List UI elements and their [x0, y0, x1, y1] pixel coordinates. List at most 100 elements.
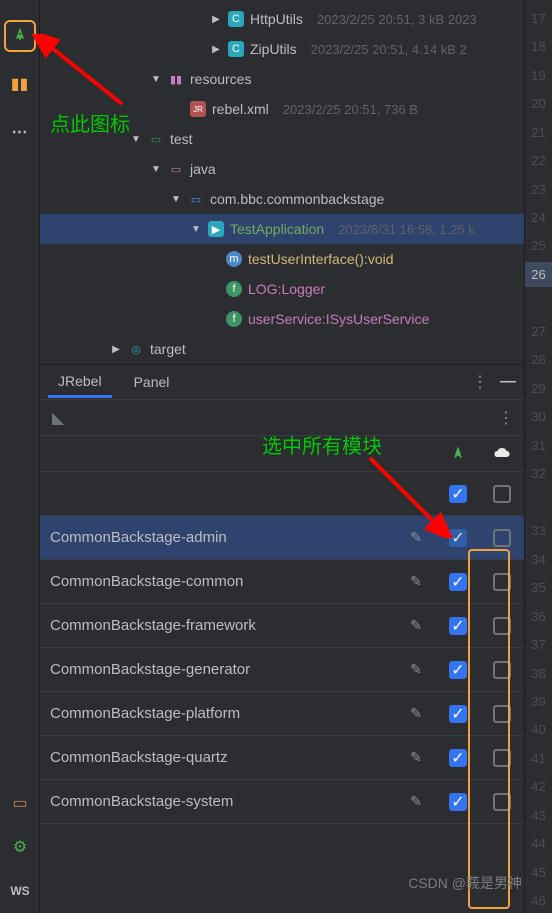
edit-pencil-icon[interactable]: ✎: [410, 793, 422, 810]
field-icon: f: [226, 281, 242, 297]
tab-panel[interactable]: Panel: [124, 368, 180, 396]
more-tool-icon[interactable]: ⋯: [4, 116, 36, 148]
tree-row-package[interactable]: ▼ ▭ com.bbc.commonbackstage: [40, 184, 524, 214]
edit-pencil-icon[interactable]: ✎: [410, 573, 422, 590]
jrebel-checkbox[interactable]: ✓: [449, 529, 467, 547]
tree-label: ZipUtils: [250, 41, 297, 57]
grey-rocket-icon[interactable]: ◣: [52, 408, 64, 428]
jrebel-checkbox[interactable]: ✓: [449, 617, 467, 635]
chevron-down-icon[interactable]: ▼: [150, 74, 162, 85]
tab-jrebel[interactable]: JRebel: [48, 367, 112, 398]
edit-pencil-icon[interactable]: ✎: [410, 749, 422, 766]
module-row[interactable]: CommonBackstage-common ✎ ✓: [40, 560, 524, 604]
line-number: 19: [531, 63, 545, 87]
chevron-right-icon[interactable]: ▶: [210, 44, 222, 55]
tree-label: com.bbc.commonbackstage: [210, 191, 384, 207]
main-area: ▶ C HttpUtils 2023/2/25 20:51, 3 kB 2023…: [40, 0, 524, 913]
chevron-down-icon[interactable]: ▼: [170, 194, 182, 205]
tree-row-field-us[interactable]: f userService:ISysUserService: [40, 304, 524, 334]
chevron-right-icon[interactable]: ▶: [110, 344, 122, 355]
module-row[interactable]: CommonBackstage-system ✎ ✓: [40, 780, 524, 824]
ws-icon[interactable]: WS: [4, 875, 36, 907]
module-row[interactable]: CommonBackstage-admin ✎ ✓: [40, 516, 524, 560]
method-icon: m: [226, 251, 242, 267]
line-number: 20: [531, 91, 545, 115]
project-tree[interactable]: ▶ C HttpUtils 2023/2/25 20:51, 3 kB 2023…: [40, 0, 524, 364]
edit-pencil-icon[interactable]: ✎: [410, 705, 422, 722]
cloud-checkbox[interactable]: [493, 617, 511, 635]
cloud-checkbox[interactable]: [493, 749, 511, 767]
jrebel-checkbox[interactable]: ✓: [449, 661, 467, 679]
module-name: CommonBackstage-admin: [40, 529, 396, 546]
jrebel-checkbox[interactable]: ✓: [449, 573, 467, 591]
module-row[interactable]: CommonBackstage-platform✎✓: [40, 692, 524, 736]
tree-row-java[interactable]: ▼ ▭ java: [40, 154, 524, 184]
line-number: 43: [531, 803, 545, 827]
cloud-checkbox[interactable]: [493, 793, 511, 811]
jrebel-checkbox[interactable]: ✓: [449, 485, 467, 503]
chevron-down-icon[interactable]: ▼: [190, 224, 202, 235]
resources-folder-icon: ▮▮: [168, 71, 184, 87]
class-icon: C: [228, 11, 244, 27]
edit-pencil-icon[interactable]: ✎: [410, 617, 422, 634]
tree-row-target[interactable]: ▶ ◎ target: [40, 334, 524, 364]
tree-row-method[interactable]: m testUserInterface():void: [40, 244, 524, 274]
edit-pencil-icon[interactable]: ✎: [410, 529, 422, 546]
tree-label: test: [170, 131, 193, 147]
tree-meta: 2023/2/25 20:51, 3 kB 2023: [317, 12, 477, 27]
bottom-tool-icons: ▭ ⚙ WS: [4, 787, 36, 907]
line-number: 25: [531, 234, 545, 258]
structure-tool-icon[interactable]: ▮▮: [4, 68, 36, 100]
cloud-checkbox[interactable]: [493, 529, 511, 547]
line-number: 42: [531, 775, 545, 799]
line-number: 45: [531, 860, 545, 884]
field-icon: f: [226, 311, 242, 327]
jrebel-panel-header: JRebel Panel ⋮ —: [40, 364, 524, 400]
tree-row-testapp[interactable]: ▼ ▶ TestApplication 2023/8/31 16:58, 1.2…: [40, 214, 524, 244]
jrebel-column-icon[interactable]: [436, 436, 480, 471]
tree-row-rebelxml[interactable]: JR rebel.xml 2023/2/25 20:51, 736 B: [40, 94, 524, 124]
line-number: 30: [531, 405, 545, 429]
line-number: 17: [531, 6, 545, 30]
line-number: 33: [531, 518, 545, 542]
module-name: CommonBackstage-system: [40, 793, 396, 810]
terminal-icon[interactable]: ▭: [4, 787, 36, 819]
more-options-icon[interactable]: ⋮: [472, 372, 486, 392]
module-name: CommonBackstage-generator: [40, 661, 396, 678]
chevron-down-icon[interactable]: ▼: [130, 134, 142, 145]
tree-row-ziputils[interactable]: ▶ C ZipUtils 2023/2/25 20:51, 4.14 kB 2: [40, 34, 524, 64]
jrebel-checkbox[interactable]: ✓: [449, 705, 467, 723]
chevron-down-icon[interactable]: ▼: [150, 164, 162, 175]
line-number: 34: [531, 547, 545, 571]
line-number: 40: [531, 718, 545, 742]
panel-more-icon[interactable]: ⋮: [498, 408, 512, 428]
line-number: 18: [531, 34, 545, 58]
settings-gear-icon[interactable]: ⚙: [4, 831, 36, 863]
cloud-checkbox[interactable]: [493, 573, 511, 591]
module-row[interactable]: ✓: [40, 472, 524, 516]
jrebel-checkbox[interactable]: ✓: [449, 749, 467, 767]
cloud-checkbox[interactable]: [493, 705, 511, 723]
cloud-checkbox[interactable]: [493, 661, 511, 679]
tree-row-resources[interactable]: ▼ ▮▮ resources: [40, 64, 524, 94]
edit-pencil-icon[interactable]: ✎: [410, 661, 422, 678]
module-row[interactable]: CommonBackstage-framework✎✓: [40, 604, 524, 648]
cloud-column-icon[interactable]: [480, 436, 524, 471]
module-row[interactable]: CommonBackstage-generator ✎ ✓: [40, 648, 524, 692]
line-number: 21: [531, 120, 545, 144]
tree-row-field-log[interactable]: f LOG:Logger: [40, 274, 524, 304]
line-number: 46: [531, 889, 545, 913]
minimize-icon[interactable]: —: [500, 373, 516, 391]
cloud-checkbox[interactable]: [493, 485, 511, 503]
jrebel-tool-icon[interactable]: [4, 20, 36, 52]
panel-toolbar: ◣ ⋮: [40, 400, 524, 436]
tree-row-httputils[interactable]: ▶ C HttpUtils 2023/2/25 20:51, 3 kB 2023: [40, 4, 524, 34]
jrebel-checkbox[interactable]: ✓: [449, 793, 467, 811]
tree-label: target: [150, 341, 186, 357]
module-row[interactable]: CommonBackstage-quartz✎✓: [40, 736, 524, 780]
tree-row-test[interactable]: ▼ ▭ test: [40, 124, 524, 154]
left-toolbar: ▮▮ ⋯: [0, 0, 40, 913]
module-name: CommonBackstage-common: [40, 573, 396, 590]
line-number: 27: [531, 319, 545, 343]
chevron-right-icon[interactable]: ▶: [210, 14, 222, 25]
